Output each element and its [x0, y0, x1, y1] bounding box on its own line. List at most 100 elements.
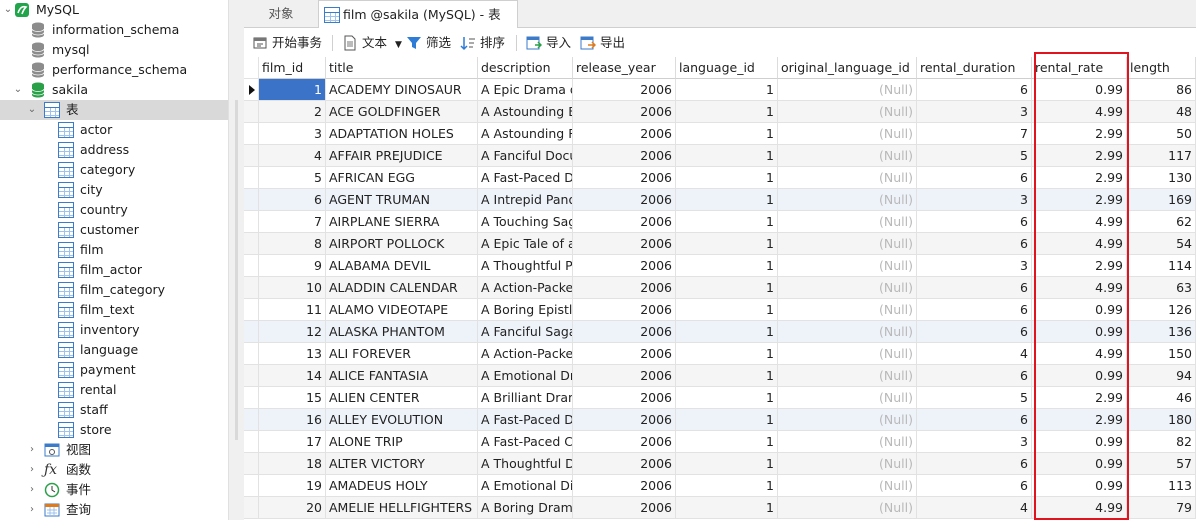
tab-objects[interactable]: 对象: [244, 0, 318, 28]
table-row[interactable]: 17 ALONE TRIP A Fast-Paced Ch 2006 1 (Null) 3 0…: [244, 431, 1196, 453]
cell-rental-duration[interactable]: 6: [917, 475, 1032, 497]
cell-title[interactable]: ALABAMA DEVIL: [326, 255, 478, 277]
cell-release-year[interactable]: 2006: [573, 233, 676, 255]
cell-film-id[interactable]: 10: [259, 277, 326, 299]
cell-length[interactable]: 48: [1127, 101, 1196, 123]
filter-button[interactable]: 筛选: [406, 33, 451, 53]
row-marker[interactable]: [244, 453, 259, 475]
table-item-city[interactable]: city: [0, 180, 228, 200]
connection-mysql[interactable]: ⌄ MySQL: [0, 0, 228, 20]
database-mysql[interactable]: mysql: [0, 40, 228, 60]
row-marker[interactable]: [244, 233, 259, 255]
group-query[interactable]: › 查询: [0, 500, 228, 520]
table-item-country[interactable]: country: [0, 200, 228, 220]
cell-rental-duration[interactable]: 7: [917, 123, 1032, 145]
cell-rental-rate[interactable]: 0.99: [1032, 299, 1127, 321]
row-marker[interactable]: [244, 277, 259, 299]
cell-rental-duration[interactable]: 6: [917, 299, 1032, 321]
cell-length[interactable]: 86: [1127, 79, 1196, 101]
cell-description[interactable]: A Astounding Ep: [478, 101, 573, 123]
cell-rental-rate[interactable]: 0.99: [1032, 431, 1127, 453]
cell-description[interactable]: A Fanciful Docur: [478, 145, 573, 167]
cell-length[interactable]: 94: [1127, 365, 1196, 387]
table-item-staff[interactable]: staff: [0, 400, 228, 420]
cell-description[interactable]: A Fast-Paced Dr: [478, 409, 573, 431]
group-event[interactable]: › 事件: [0, 480, 228, 500]
cell-film-id[interactable]: 13: [259, 343, 326, 365]
cell-rental-rate[interactable]: 2.99: [1032, 409, 1127, 431]
cell-release-year[interactable]: 2006: [573, 365, 676, 387]
cell-original-language-id[interactable]: (Null): [778, 453, 917, 475]
cell-title[interactable]: AMELIE HELLFIGHTERS: [326, 497, 478, 519]
chevron-right-icon[interactable]: ›: [26, 460, 38, 480]
row-marker[interactable]: [244, 299, 259, 321]
cell-length[interactable]: 57: [1127, 453, 1196, 475]
cell-rental-rate[interactable]: 2.99: [1032, 145, 1127, 167]
table-row[interactable]: 18 ALTER VICTORY A Thoughtful Dr 2006 1 (Null…: [244, 453, 1196, 475]
cell-description[interactable]: A Action-Packed: [478, 277, 573, 299]
cell-title[interactable]: AGENT TRUMAN: [326, 189, 478, 211]
cell-original-language-id[interactable]: (Null): [778, 343, 917, 365]
cell-release-year[interactable]: 2006: [573, 321, 676, 343]
cell-language-id[interactable]: 1: [676, 211, 778, 233]
cell-title[interactable]: ADAPTATION HOLES: [326, 123, 478, 145]
cell-title[interactable]: ACADEMY DINOSAUR: [326, 79, 478, 101]
cell-language-id[interactable]: 1: [676, 189, 778, 211]
cell-description[interactable]: A Fanciful Saga: [478, 321, 573, 343]
cell-original-language-id[interactable]: (Null): [778, 233, 917, 255]
cell-original-language-id[interactable]: (Null): [778, 387, 917, 409]
cell-language-id[interactable]: 1: [676, 233, 778, 255]
cell-description[interactable]: A Epic Tale of a: [478, 233, 573, 255]
cell-title[interactable]: ALIEN CENTER: [326, 387, 478, 409]
begin-transaction-button[interactable]: 开始事务: [252, 33, 322, 53]
cell-original-language-id[interactable]: (Null): [778, 167, 917, 189]
cell-language-id[interactable]: 1: [676, 321, 778, 343]
table-row[interactable]: 8 AIRPORT POLLOCK A Epic Tale of a 2006 1 (Nu…: [244, 233, 1196, 255]
cell-length[interactable]: 62: [1127, 211, 1196, 233]
cell-film-id[interactable]: 6: [259, 189, 326, 211]
table-item-film_category[interactable]: film_category: [0, 280, 228, 300]
table-row[interactable]: 15 ALIEN CENTER A Brilliant Dram 2006 1 (Null…: [244, 387, 1196, 409]
table-row[interactable]: 3ADAPTATION HOLESA Astounding Re20061(Nu…: [244, 123, 1196, 145]
table-item-rental[interactable]: rental: [0, 380, 228, 400]
cell-language-id[interactable]: 1: [676, 409, 778, 431]
cell-film-id[interactable]: 14: [259, 365, 326, 387]
cell-length[interactable]: 117: [1127, 145, 1196, 167]
cell-title[interactable]: ALONE TRIP: [326, 431, 478, 453]
cell-language-id[interactable]: 1: [676, 255, 778, 277]
cell-release-year[interactable]: 2006: [573, 387, 676, 409]
cell-language-id[interactable]: 1: [676, 343, 778, 365]
sort-button[interactable]: 排序: [460, 33, 505, 53]
cell-title[interactable]: AIRPORT POLLOCK: [326, 233, 478, 255]
chevron-right-icon[interactable]: ›: [26, 480, 38, 500]
cell-release-year[interactable]: 2006: [573, 431, 676, 453]
table-item-inventory[interactable]: inventory: [0, 320, 228, 340]
cell-rental-duration[interactable]: 3: [917, 101, 1032, 123]
cell-rental-duration[interactable]: 6: [917, 79, 1032, 101]
cell-length[interactable]: 136: [1127, 321, 1196, 343]
row-marker[interactable]: [244, 365, 259, 387]
table-item-film_text[interactable]: film_text: [0, 300, 228, 320]
cell-original-language-id[interactable]: (Null): [778, 255, 917, 277]
table-row[interactable]: 7AIRPLANE SIERRAA Touching Saga20061(Nul…: [244, 211, 1196, 233]
cell-language-id[interactable]: 1: [676, 101, 778, 123]
cell-title[interactable]: AIRPLANE SIERRA: [326, 211, 478, 233]
cell-rental-rate[interactable]: 4.99: [1032, 233, 1127, 255]
cell-length[interactable]: 169: [1127, 189, 1196, 211]
cell-language-id[interactable]: 1: [676, 79, 778, 101]
cell-original-language-id[interactable]: (Null): [778, 321, 917, 343]
cell-length[interactable]: 126: [1127, 299, 1196, 321]
cell-length[interactable]: 113: [1127, 475, 1196, 497]
chevron-right-icon[interactable]: ›: [26, 500, 38, 520]
table-row[interactable]: 4 AFFAIR PREJUDICE A Fanciful Docur 2006 1 (N…: [244, 145, 1196, 167]
cell-length[interactable]: 130: [1127, 167, 1196, 189]
cell-original-language-id[interactable]: (Null): [778, 101, 917, 123]
cell-film-id[interactable]: 18: [259, 453, 326, 475]
cell-release-year[interactable]: 2006: [573, 453, 676, 475]
database-performance_schema[interactable]: performance_schema: [0, 60, 228, 80]
table-item-language[interactable]: language: [0, 340, 228, 360]
cell-rental-duration[interactable]: 5: [917, 387, 1032, 409]
row-marker[interactable]: [244, 431, 259, 453]
cell-rental-duration[interactable]: 6: [917, 211, 1032, 233]
cell-language-id[interactable]: 1: [676, 277, 778, 299]
